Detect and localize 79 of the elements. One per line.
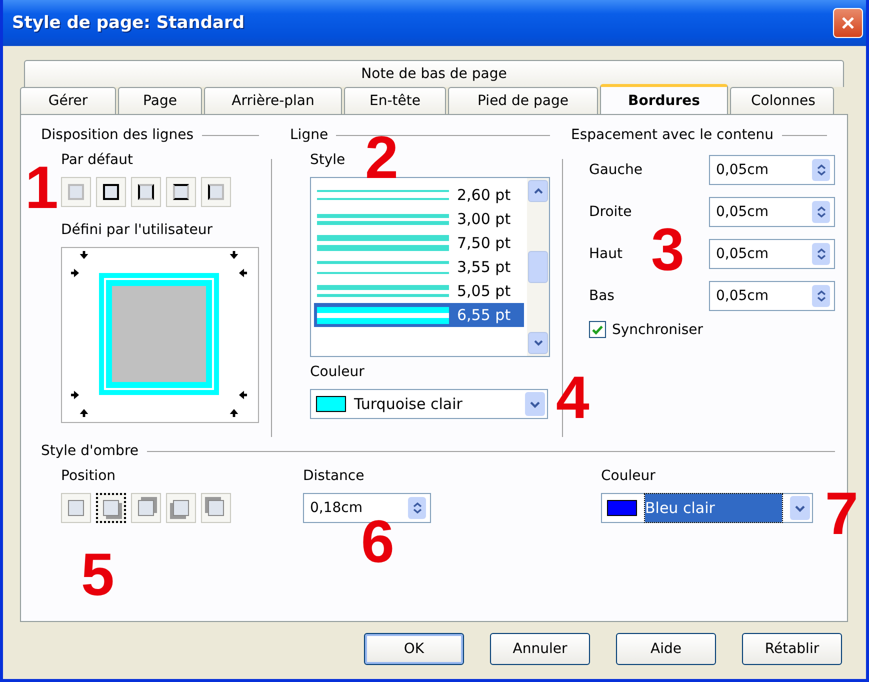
spin-arrows-icon [816,206,826,218]
line-sample-icon [314,235,449,251]
spin-arrows-icon [816,290,826,302]
scrollbar-thumb[interactable] [528,251,548,283]
line-style-list[interactable]: 2,60 pt 3,00 pt 7,50 pt 3,55 pt 5,05 pt 6,55 pt [310,177,550,357]
close-button[interactable] [833,8,863,38]
border-preset-button[interactable] [131,177,161,207]
border-preset-button[interactable] [166,177,196,207]
line-style-item[interactable]: 3,00 pt [314,207,524,231]
caret-icon [795,504,805,512]
line-sample-icon [314,306,449,324]
synchronize-checkbox[interactable]: Synchroniser [589,321,839,338]
arrow-icon [239,390,247,400]
annotation-number: 5 [81,545,114,605]
caret-icon [530,400,540,408]
group-heading: Disposition des lignes [41,127,194,143]
spin-arrows-icon [412,502,422,514]
field-label: Haut [589,246,622,262]
spin-field[interactable]: 0,05cm [709,239,835,269]
field-label: Style [310,152,346,170]
tab[interactable]: Note de bas de page [24,60,844,87]
scrollbar[interactable] [527,178,549,356]
dialog-button[interactable]: Aide [616,633,716,665]
color-dropdown[interactable]: Bleu clair [601,493,813,523]
tab[interactable]: Page [118,87,202,114]
line-sample-icon [314,285,449,297]
field-label: Bas [589,288,614,304]
field-label: Gauche [589,162,642,178]
dialog-button[interactable]: Rétablir [742,633,842,665]
checkbox[interactable] [589,321,606,338]
annotation-number: 7 [825,484,858,544]
tab[interactable]: Arrière-plan [204,87,342,114]
border-preset-button[interactable] [96,177,126,207]
shadow-position-button[interactable] [96,493,126,523]
spin-field[interactable]: 0,05cm [709,281,835,311]
window-title: Style de page: Standard [12,13,245,33]
check-icon [592,324,603,334]
tab[interactable]: En-tête [344,87,446,114]
line-style-item[interactable]: 7,50 pt [314,231,524,255]
spin-arrows-icon [816,164,826,176]
border-preset-button[interactable] [201,177,231,207]
tab[interactable]: Colonnes [730,87,834,114]
field-label: Défini par l'utilisateur [61,222,214,240]
field-label: Position [61,468,117,486]
field-label: Distance [303,468,366,486]
arrow-icon [71,390,79,400]
field-label: Couleur [601,468,656,486]
arrow-icon [230,251,238,259]
dialog-button[interactable]: OK [364,633,464,665]
field-label: Couleur [310,364,366,382]
field-label: Par défaut [61,152,134,170]
close-icon [841,16,855,30]
field-label: Droite [589,204,632,220]
line-style-item[interactable]: 6,55 pt [314,303,524,327]
border-preview[interactable] [61,247,259,423]
group-heading: Espacement avec le contenu [571,127,774,143]
arrow-icon [239,268,247,278]
annotation-number: 1 [25,158,58,218]
spin-field[interactable]: 0,05cm [709,197,835,227]
color-dropdown[interactable]: Turquoise clair [310,389,548,419]
annotation-number: 4 [556,368,590,428]
spin-arrows-icon [816,248,826,260]
line-sample-icon [314,260,449,274]
line-sample-icon [314,214,449,224]
tab[interactable]: Bordures [600,84,728,114]
line-style-item[interactable]: 3,55 pt [314,255,524,279]
dialog-button[interactable]: Annuler [490,633,590,665]
arrow-icon [230,409,238,417]
spin-field[interactable]: 0,05cm [709,155,835,185]
annotation-number: 3 [651,220,684,280]
group-heading: Ligne [290,127,328,143]
line-style-item[interactable]: 5,05 pt [314,279,524,303]
tab[interactable]: Gérer [20,87,116,114]
arrow-icon [80,251,88,259]
line-sample-icon [314,190,449,200]
group-heading: Style d'ombre [41,443,139,459]
arrow-icon [80,409,88,417]
arrow-icon [71,268,79,278]
tab[interactable]: Pied de page [448,87,598,114]
